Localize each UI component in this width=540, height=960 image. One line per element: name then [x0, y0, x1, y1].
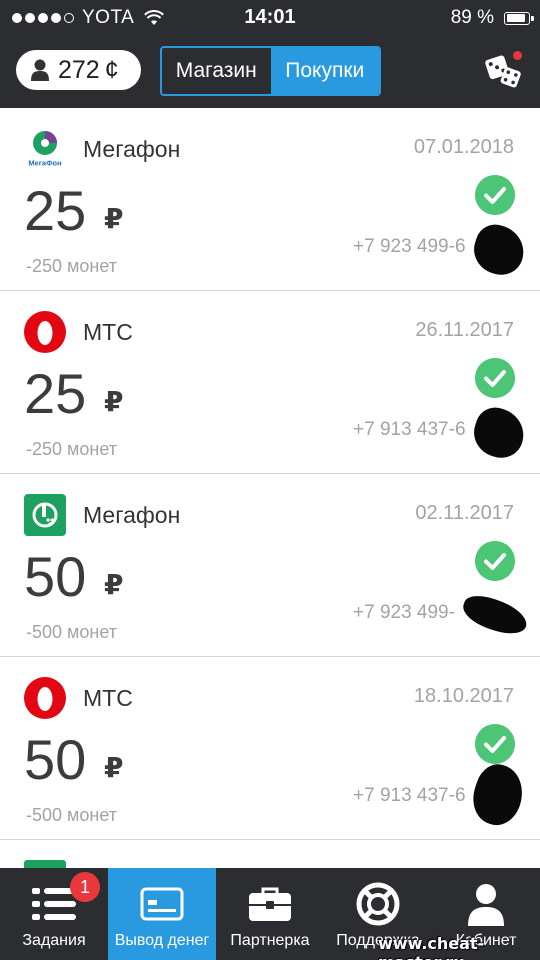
redaction-mark [458, 590, 532, 640]
segment-purchases-button[interactable]: Покупки [270, 48, 379, 94]
tab-label: Партнерка [230, 932, 310, 949]
purchase-amount: 50 [24, 545, 87, 608]
user-icon [31, 59, 49, 81]
dice-button[interactable] [484, 51, 524, 91]
card-icon [138, 880, 186, 928]
watermark: www.cheat-master.ru [378, 934, 485, 960]
coin-symbol: ¢ [104, 55, 119, 84]
currency-symbol: ₽ [104, 203, 124, 234]
tasks-badge: 1 [70, 872, 100, 902]
store-purchases-segment: Магазин Покупки [160, 46, 381, 96]
currency-symbol: ₽ [104, 752, 124, 783]
tab-partners[interactable]: Партнерка [216, 868, 324, 960]
header: YOTA 14:01 89 % 272 ¢ Магазин Покупки [0, 0, 540, 108]
balance-pill[interactable]: 272 ¢ [16, 50, 141, 90]
purchase-row[interactable]: МТС 26.11.2017 25 ₽ -250 монет +7 913 43… [0, 291, 540, 474]
check-icon [475, 175, 515, 215]
tab-withdraw[interactable]: Вывод денег [108, 868, 216, 960]
purchase-row[interactable]: МТС 18.10.2017 50 ₽ -500 монет +7 913 43… [0, 657, 540, 840]
mts-egg-logo [24, 311, 66, 353]
coins-spent: -250 монет [26, 439, 118, 459]
redaction-mark [465, 759, 531, 831]
purchase-date: 07.01.2018 [413, 136, 514, 158]
check-icon [475, 724, 515, 764]
coins-spent: -250 монет [26, 256, 118, 276]
tab-label: Задания [22, 932, 86, 949]
lifebuoy-icon [354, 880, 402, 928]
purchase-amount: 50 [24, 728, 87, 791]
purchase-date: 26.11.2017 [415, 319, 514, 341]
purchase-date: 18.10.2017 [413, 685, 514, 707]
phone-number: +7 923 499- [353, 602, 455, 623]
purchases-list: МегаФон Мегафон 07.01.2018 25 ₽ -250 мон… [0, 108, 540, 868]
check-icon [475, 541, 515, 581]
redaction-mark [467, 402, 531, 464]
purchase-amount: 25 [24, 179, 87, 242]
operator-name: Мегафон [83, 502, 181, 528]
battery-fill [506, 14, 525, 22]
operator-name: МТС [83, 319, 133, 345]
megafon-square-logo [24, 494, 66, 536]
currency-symbol: ₽ [104, 386, 124, 417]
operator-name: Мегафон [83, 136, 181, 162]
mts-egg-logo [24, 677, 66, 719]
user-icon [462, 880, 510, 928]
next-row-logo-peek [24, 860, 66, 868]
top-bar: 272 ¢ Магазин Покупки [0, 36, 540, 108]
megafon-round-logo: МегаФон [24, 131, 66, 168]
tab-tasks[interactable]: 1 Задания [0, 868, 108, 960]
currency-symbol: ₽ [104, 569, 124, 600]
tab-label: Вывод денег [114, 932, 210, 949]
briefcase-icon [246, 880, 294, 928]
status-right: 89 % [450, 7, 534, 29]
coins-spent: -500 монет [26, 805, 118, 825]
check-icon [475, 358, 515, 398]
purchase-amount: 25 [24, 362, 87, 425]
segment-store-button[interactable]: Магазин [162, 48, 271, 94]
phone-number: +7 913 437-6 [353, 785, 466, 806]
operator-name: МТС [83, 685, 133, 711]
battery-icon [504, 11, 534, 25]
battery-percent: 89 % [450, 7, 494, 28]
redaction-mark [467, 219, 531, 281]
svg-text:МегаФон: МегаФон [28, 159, 61, 168]
phone-number: +7 923 499-6 [353, 236, 466, 257]
balance-value: 272 [58, 55, 100, 84]
purchase-row[interactable]: Мегафон 02.11.2017 50 ₽ -500 монет +7 92… [0, 474, 540, 657]
phone-number: +7 913 437-6 [353, 419, 466, 440]
status-bar: YOTA 14:01 89 % [0, 0, 540, 36]
coins-spent: -500 монет [26, 622, 118, 642]
notification-dot [513, 51, 522, 60]
purchase-date: 02.11.2017 [415, 502, 514, 524]
purchase-row[interactable]: МегаФон Мегафон 07.01.2018 25 ₽ -250 мон… [0, 108, 540, 291]
